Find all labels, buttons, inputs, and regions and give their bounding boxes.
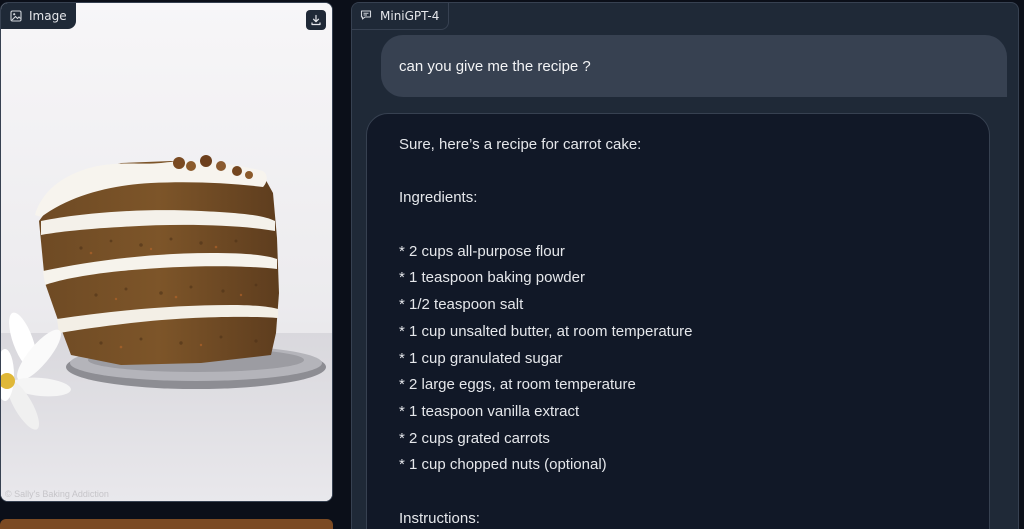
next-component-edge [0,519,333,529]
instructions-heading: Instructions: [399,509,480,527]
image-tab-text: Image [29,9,67,23]
user-message-text: can you give me the recipe ? [399,57,591,75]
ingredient-item: * 1 teaspoon vanilla extract [399,402,580,420]
carrot-cake-photo [1,3,332,501]
bot-message-bubble: Sure, here’s a recipe for carrot cake: I… [366,113,990,529]
ingredient-item: * 1 cup chopped nuts (optional) [399,456,607,474]
chatbot-tab-text: MiniGPT-4 [380,9,440,23]
download-button[interactable] [306,10,326,30]
ingredient-item: * 2 cups grated carrots [399,429,550,447]
ingredients-heading: Ingredients: [399,189,478,207]
download-icon [310,11,322,30]
image-tab-label: Image [1,3,76,29]
chatbot-panel: MiniGPT-4 can you give me the recipe ? S… [351,2,1019,529]
app-root: Image © Sally's Baking Addiction MiniGPT… [0,0,1024,529]
image-icon [10,10,22,22]
user-message-bubble: can you give me the recipe ? [381,35,1007,97]
bot-intro-text: Sure, here’s a recipe for carrot cake: [399,136,642,153]
ingredient-item: * 2 large eggs, at room temperature [399,376,636,394]
image-panel: Image © Sally's Baking Addiction [0,2,333,502]
ingredient-item: * 2 cups all-purpose flour [399,242,565,260]
chatbot-tab-label: MiniGPT-4 [352,3,450,30]
ingredient-item: * 1 cup granulated sugar [399,349,563,367]
ingredient-item: * 1/2 teaspoon salt [399,296,524,314]
photo-watermark: © Sally's Baking Addiction [5,489,109,499]
chat-icon [360,9,372,24]
ingredient-item: * 1 cup unsalted butter, at room tempera… [399,322,693,340]
ingredient-item: * 1 teaspoon baking powder [399,269,585,287]
